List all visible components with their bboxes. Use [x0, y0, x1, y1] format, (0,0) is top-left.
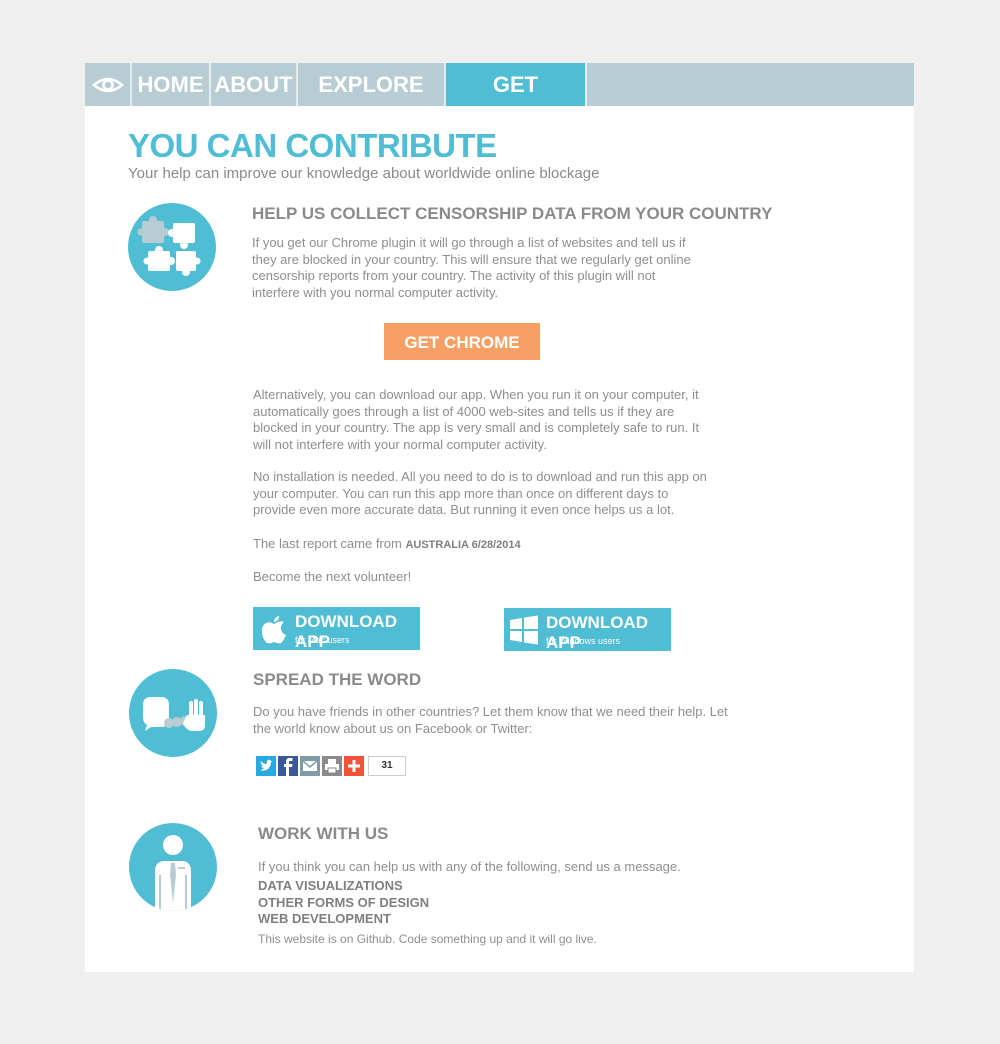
work-item-other-design: OTHER FORMS OF DESIGN [258, 895, 430, 910]
content-card: HOME ABOUT EXPLORE DATA GET INVOLVED YOU… [85, 63, 914, 972]
download-app-windows-button[interactable]: DOWNLOAD APP for Windows users [504, 608, 671, 652]
mac-button-title: DOWNLOAD APP [295, 612, 397, 651]
puzzle-icon [128, 203, 216, 291]
plus-icon [348, 760, 360, 772]
volunteer-text: Become the next volunteer! [253, 569, 412, 584]
eye-logo-button[interactable] [85, 63, 132, 106]
email-icon [302, 760, 318, 771]
work-item-data-visualizations: DATA VISUALIZATIONS [258, 878, 403, 893]
top-nav: HOME ABOUT EXPLORE DATA GET INVOLVED [85, 63, 914, 141]
print-share-button[interactable] [322, 756, 342, 776]
work-text: If you think you can help us with any of… [258, 859, 681, 874]
last-report-value: AUSTRALIA 6/28/2014 [405, 539, 521, 551]
email-share-button[interactable] [300, 756, 320, 776]
windows-icon [510, 615, 538, 645]
eye-icon [91, 77, 124, 93]
nav-home[interactable]: HOME [132, 63, 211, 106]
windows-button-title: DOWNLOAD APP [546, 613, 648, 652]
spread-text: Do you have friends in other countries? … [253, 704, 728, 736]
no-installation-text: No installation is needed. All you need … [253, 469, 707, 517]
twitter-icon [260, 759, 273, 771]
collect-intro-text: If you get our Chrome plugin it will go … [252, 235, 691, 300]
facebook-share-button[interactable] [278, 756, 298, 776]
person-icon [129, 823, 217, 911]
page-subtitle: Your help can improve our knowledge abou… [128, 165, 600, 182]
twitter-share-button[interactable] [256, 756, 276, 776]
facebook-icon [284, 758, 293, 776]
page-title: YOU CAN CONTRIBUTE [128, 127, 497, 164]
github-note: This website is on Github. Code somethin… [258, 932, 597, 946]
print-icon [325, 759, 339, 774]
share-count: 31 [381, 760, 393, 771]
apple-icon [261, 616, 286, 644]
mac-button-subtitle: for Mac users [295, 635, 350, 645]
share-count-bubble: 31 [368, 756, 406, 776]
last-report-line: The last report came from AUSTRALIA 6/28… [253, 536, 713, 554]
get-chrome-plugin-button[interactable]: GET CHROME PLUGIN [384, 323, 540, 390]
download-app-mac-button[interactable]: DOWNLOAD APP for Mac users [253, 607, 420, 651]
work-heading: WORK WITH US [258, 824, 389, 843]
addthis-share-button[interactable] [344, 756, 364, 776]
spread-heading: SPREAD THE WORD [253, 670, 422, 689]
download-alternative-text: Alternatively, you can download our app.… [253, 387, 700, 452]
nav-get-involved[interactable]: GET INVOLVED [446, 63, 587, 141]
nav-about[interactable]: ABOUT [211, 63, 298, 106]
sign-language-icon [129, 669, 217, 757]
nav-explore-data[interactable]: EXPLORE DATA [298, 63, 446, 141]
collect-heading: HELP US COLLECT CENSORSHIP DATA FROM YOU… [252, 204, 773, 223]
work-item-web-development: WEB DEVELOPMENT [258, 911, 391, 926]
last-report-prefix: The last report came from [253, 536, 402, 551]
windows-button-subtitle: for Windows users [546, 636, 621, 646]
